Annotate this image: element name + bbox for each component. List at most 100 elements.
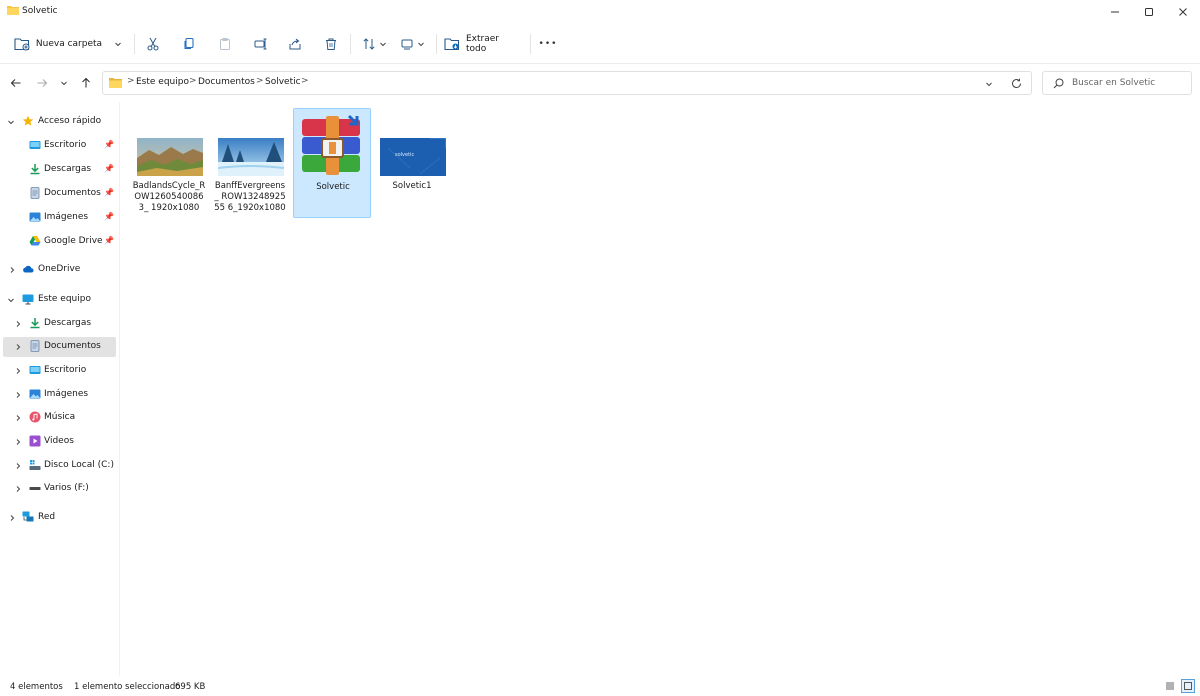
chevron-right-icon[interactable]	[14, 414, 22, 422]
toolbar-separator	[530, 34, 531, 54]
extract-all-label: Extraer todo	[465, 34, 499, 54]
chevron-right-icon[interactable]	[14, 343, 22, 351]
pin-icon: 📌	[104, 140, 114, 149]
search-input[interactable]: Buscar en Solvetic	[1042, 71, 1192, 95]
sidebar-item-descargas-quick[interactable]: Descargas 📌	[3, 160, 116, 180]
minimize-button[interactable]	[1098, 0, 1132, 24]
new-folder-icon	[14, 38, 30, 51]
sidebar-item-descargas[interactable]: Descargas	[3, 314, 116, 334]
chevron-right-icon[interactable]	[8, 266, 16, 274]
chevron-right-icon[interactable]	[14, 391, 22, 399]
image-thumbnail	[218, 138, 284, 176]
sidebar-item-documentos[interactable]: Documentos	[3, 337, 116, 357]
chevron-right-icon[interactable]	[14, 462, 22, 470]
sidebar-item-onedrive[interactable]: OneDrive	[3, 260, 116, 280]
breadcrumb-separator: >	[301, 76, 309, 86]
search-placeholder: Buscar en Solvetic	[1072, 78, 1156, 88]
download-icon	[30, 318, 40, 329]
sidebar-item-label: Descargas	[44, 164, 92, 174]
extract-all-button[interactable]: Extraer todo	[444, 24, 522, 64]
close-button[interactable]	[1166, 0, 1200, 24]
image-thumbnail	[137, 138, 203, 176]
up-button[interactable]	[76, 73, 96, 93]
refresh-icon[interactable]	[1011, 78, 1022, 89]
forward-button[interactable]	[32, 73, 52, 93]
more-options-icon: •••	[538, 39, 558, 49]
thumbnail-logo-text: solvetic	[395, 152, 415, 158]
chevron-right-icon[interactable]	[14, 320, 22, 328]
file-item[interactable]: BanffEvergreens_ ROW1324892555 6_1920x10…	[211, 108, 289, 218]
sidebar-item-musica[interactable]: Música	[3, 408, 116, 428]
star-icon	[22, 115, 34, 126]
back-button[interactable]	[6, 73, 26, 93]
sort-button[interactable]	[358, 24, 390, 64]
sidebar-item-varios[interactable]: Varios (F:)	[3, 479, 116, 499]
maximize-icon	[1145, 8, 1153, 16]
computer-icon	[22, 294, 34, 305]
sort-icon	[362, 38, 375, 50]
navigation-bar: > Este equipo > Documentos > Solvetic > …	[0, 64, 1200, 102]
copy-button[interactable]	[178, 24, 200, 64]
sidebar-item-google-drive[interactable]: Google Drive 📌	[3, 232, 116, 252]
breadcrumb-documentos[interactable]: Documentos	[198, 77, 255, 87]
paste-button[interactable]	[214, 24, 236, 64]
details-view-button[interactable]	[1163, 679, 1177, 693]
window-title: Solvetic	[22, 6, 58, 16]
rename-button[interactable]	[250, 24, 272, 64]
sidebar-item-imagenes-quick[interactable]: Imágenes 📌	[3, 208, 116, 228]
sidebar-item-videos[interactable]: Videos	[3, 432, 116, 452]
chevron-down-icon	[115, 42, 121, 47]
chevron-down-icon[interactable]	[7, 296, 15, 304]
file-list: BadlandsCycle_R OW12605400863_ 1920x1080…	[120, 102, 1200, 676]
share-button[interactable]	[284, 24, 306, 64]
sidebar-item-escritorio-quick[interactable]: Escritorio 📌	[3, 136, 116, 156]
file-item-selected[interactable]: Solvetic	[293, 108, 371, 218]
new-folder-button[interactable]: Nueva carpeta	[12, 24, 124, 64]
toolbar-separator	[134, 34, 135, 54]
view-button[interactable]	[396, 24, 428, 64]
winrar-archive-icon	[302, 114, 360, 175]
pin-icon: 📌	[104, 164, 114, 173]
sidebar-item-este-equipo[interactable]: Este equipo	[3, 290, 116, 310]
sidebar-item-label: Escritorio	[44, 365, 87, 375]
extract-icon	[444, 38, 460, 51]
list-view-icon	[1166, 682, 1174, 690]
pin-icon: 📌	[104, 212, 114, 221]
chevron-right-icon[interactable]	[14, 438, 22, 446]
file-item[interactable]: solvetic Solvetic1	[373, 108, 451, 218]
file-item[interactable]: BadlandsCycle_R OW12605400863_ 1920x1080	[130, 108, 208, 218]
cut-button[interactable]	[142, 24, 164, 64]
music-icon	[29, 411, 41, 423]
breadcrumb-solvetic[interactable]: Solvetic	[265, 77, 301, 87]
sidebar-item-label: Videos	[44, 436, 74, 446]
tiles-view-button[interactable]	[1181, 679, 1195, 693]
desktop-icon	[29, 366, 41, 374]
desktop-icon	[29, 141, 41, 149]
network-icon	[22, 511, 34, 522]
chevron-down-icon	[61, 81, 67, 86]
sidebar-item-red[interactable]: Red	[3, 508, 116, 528]
more-options-button[interactable]: •••	[536, 24, 560, 64]
chevron-right-icon[interactable]	[8, 514, 16, 522]
recent-locations-button[interactable]	[54, 73, 74, 93]
sidebar-item-escritorio[interactable]: Escritorio	[3, 361, 116, 381]
sidebar-item-acceso-rapido[interactable]: Acceso rápido	[3, 112, 116, 132]
sidebar-item-disco-local[interactable]: Disco Local (C:)	[3, 456, 116, 476]
delete-button[interactable]	[320, 24, 342, 64]
toolbar-separator	[436, 34, 437, 54]
sidebar-item-documentos-quick[interactable]: Documentos 📌	[3, 184, 116, 204]
address-bar[interactable]: > Este equipo > Documentos > Solvetic >	[102, 71, 1032, 95]
chevron-right-icon[interactable]	[14, 367, 22, 375]
file-name: BanffEvergreens_ ROW1324892555 6_1920x10…	[214, 181, 286, 213]
sidebar-item-label: Documentos	[44, 188, 101, 198]
hard-drive-icon	[29, 460, 41, 470]
chevron-right-icon[interactable]	[14, 485, 22, 493]
chevron-down-icon[interactable]	[7, 118, 15, 126]
chevron-down-icon[interactable]	[985, 80, 993, 88]
sidebar-item-label: Disco Local (C:)	[44, 460, 114, 470]
sidebar-item-imagenes[interactable]: Imágenes	[3, 385, 116, 405]
document-icon	[30, 187, 40, 199]
maximize-button[interactable]	[1132, 0, 1166, 24]
scissors-icon	[147, 37, 159, 51]
breadcrumb-este-equipo[interactable]: Este equipo	[136, 77, 189, 87]
